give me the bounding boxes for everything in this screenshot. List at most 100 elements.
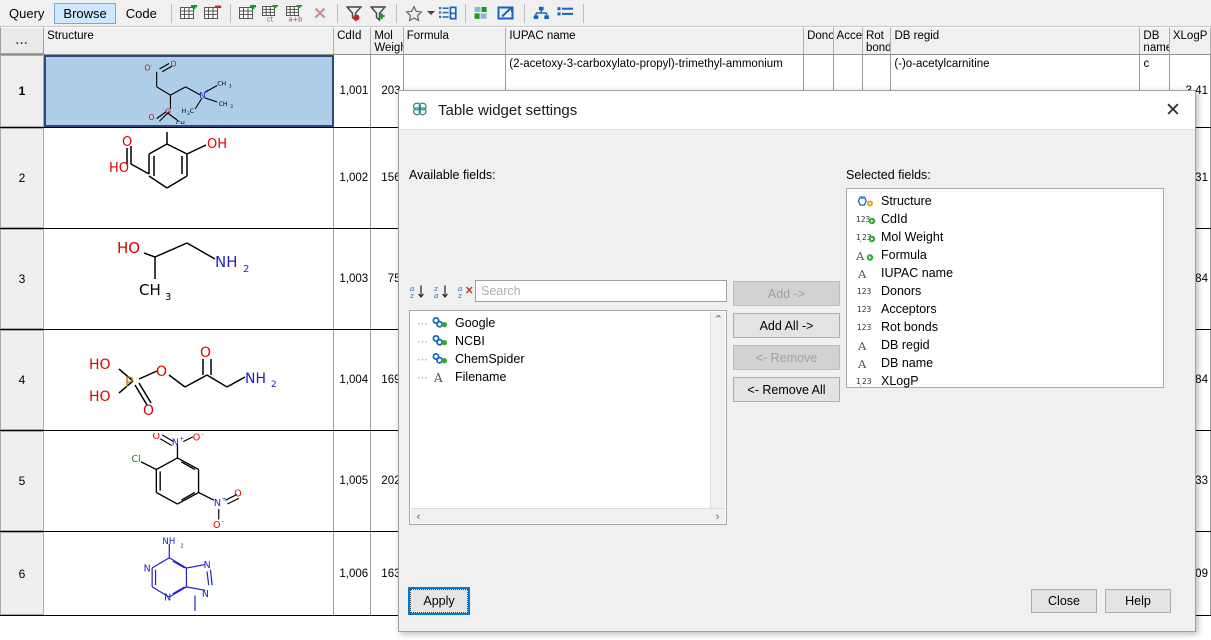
- list-item[interactable]: ⋯ NCBI: [412, 332, 708, 350]
- scroll-left-icon[interactable]: ‹: [411, 509, 426, 524]
- selected-fields-list[interactable]: Structure 123 CdId: [846, 188, 1164, 388]
- detail-list-icon[interactable]: [555, 2, 577, 24]
- close-button[interactable]: Close: [1031, 589, 1097, 613]
- svg-text:z: z: [458, 291, 462, 300]
- add-all-button[interactable]: Add All ->: [733, 313, 840, 338]
- chevron-down-icon[interactable]: [426, 2, 436, 24]
- remove-button[interactable]: <- Remove: [733, 345, 840, 370]
- tab-query[interactable]: Query: [1, 3, 52, 24]
- column-header-mol-weight[interactable]: MolWeight: [371, 27, 403, 54]
- column-header-acceptors[interactable]: Acceptors: [834, 27, 863, 54]
- column-header-cdid[interactable]: CdId: [334, 27, 371, 54]
- list-item[interactable]: A DB regid: [851, 336, 1159, 354]
- list-item[interactable]: A DB name: [851, 354, 1159, 372]
- cdid-cell: 1,005: [334, 431, 371, 531]
- add-ct-field-icon[interactable]: ct: [261, 2, 283, 24]
- row-number[interactable]: 5: [0, 431, 44, 531]
- available-fields-list[interactable]: ⋯ Google ⋯: [409, 310, 727, 525]
- structure-cell[interactable]: P HO HO O O O NH 2: [44, 330, 334, 430]
- table-corner-button[interactable]: ...: [0, 27, 44, 54]
- star-icon[interactable]: [403, 2, 425, 24]
- column-header-db-name[interactable]: DBname: [1140, 27, 1169, 54]
- delete-row-icon[interactable]: [202, 2, 224, 24]
- sort-clear-icon[interactable]: a z: [457, 282, 477, 302]
- delete-field-icon[interactable]: [309, 2, 331, 24]
- list-item-label: Rot bonds: [881, 320, 938, 334]
- apply-button[interactable]: Apply: [410, 589, 468, 613]
- svg-text:2: 2: [271, 380, 277, 390]
- list-item[interactable]: 123 CdId: [851, 210, 1159, 228]
- list-item[interactable]: 1 , 23 XLogP: [851, 372, 1159, 390]
- sort-az-icon[interactable]: a z: [409, 282, 429, 302]
- export-icon[interactable]: [496, 2, 518, 24]
- svg-text:-: -: [222, 519, 224, 525]
- sort-za-icon[interactable]: z a: [433, 282, 453, 302]
- row-number[interactable]: 2: [0, 128, 44, 228]
- tab-browse[interactable]: Browse: [54, 3, 115, 24]
- help-button[interactable]: Help: [1105, 589, 1171, 613]
- hierarchy-icon[interactable]: [531, 2, 553, 24]
- svg-text:CH: CH: [176, 120, 185, 124]
- structure-cell[interactable]: O - O O O CH 3 N + CH 3 CH 3 H 3: [44, 55, 334, 127]
- table-widget-settings-icon[interactable]: [472, 2, 494, 24]
- add-field-icon[interactable]: [237, 2, 259, 24]
- svg-text:O: O: [148, 113, 154, 122]
- filter-green-icon[interactable]: [368, 2, 390, 24]
- column-header-donors[interactable]: Donors: [804, 27, 833, 54]
- structure-cell[interactable]: Cl N + O O - N +: [44, 431, 334, 531]
- list-item[interactable]: ⋯ A Filename: [412, 368, 708, 386]
- list-item[interactable]: ⋯ ChemSpider: [412, 350, 708, 368]
- add-calc-field-icon[interactable]: a+b: [285, 2, 307, 24]
- svg-text:O: O: [122, 135, 132, 150]
- row-number[interactable]: 6: [0, 532, 44, 615]
- add-button[interactable]: Add ->: [733, 281, 840, 306]
- search-input[interactable]: Search: [475, 280, 727, 302]
- structure-cell[interactable]: HO O OH OH: [44, 128, 334, 228]
- scroll-up-icon[interactable]: ⌃: [711, 312, 726, 327]
- svg-text:O: O: [193, 433, 201, 444]
- list-item[interactable]: A Formula: [851, 246, 1159, 264]
- filter-red-icon[interactable]: [344, 2, 366, 24]
- svg-text:123: 123: [857, 305, 872, 314]
- list-item-label: NCBI: [455, 334, 485, 348]
- column-header-xlogp[interactable]: XLogP: [1170, 27, 1211, 54]
- svg-text:A: A: [433, 371, 443, 384]
- list-item[interactable]: 123 Donors: [851, 282, 1159, 300]
- horizontal-scrollbar[interactable]: ‹ ›: [411, 508, 725, 523]
- list-item-label: DB regid: [881, 338, 930, 352]
- column-header-rot-bonds[interactable]: Rotbond: [863, 27, 891, 54]
- list-item[interactable]: 123 Rot bonds: [851, 318, 1159, 336]
- available-fields-label: Available fields:: [409, 168, 496, 182]
- scroll-right-icon[interactable]: ›: [710, 509, 725, 524]
- decimal-field-icon: 1 , 23: [855, 375, 877, 388]
- tree-line: ⋯: [416, 317, 429, 330]
- svg-text:A: A: [857, 357, 867, 370]
- list-item[interactable]: 1 , 23 Mol Weight: [851, 228, 1159, 246]
- tab-code[interactable]: Code: [118, 3, 165, 24]
- column-header-db-regid[interactable]: DB regid: [891, 27, 1140, 54]
- integer-key-field-icon: 123: [855, 213, 877, 226]
- vertical-scrollbar[interactable]: ⌃: [710, 312, 725, 508]
- list-settings-icon[interactable]: [437, 2, 459, 24]
- add-row-icon[interactable]: [178, 2, 200, 24]
- column-header-db-name-line2: name: [1143, 42, 1169, 54]
- row-number[interactable]: 1: [0, 55, 44, 127]
- svg-text:A: A: [856, 249, 865, 262]
- link-icon: [429, 335, 451, 347]
- list-item[interactable]: Structure: [851, 192, 1159, 210]
- row-number[interactable]: 4: [0, 330, 44, 430]
- svg-text:O: O: [170, 59, 176, 68]
- structure-cell[interactable]: N N NH 2 N N: [44, 532, 334, 615]
- column-header-iupac-name[interactable]: IUPAC name: [506, 27, 804, 54]
- text-field-icon: A: [855, 267, 877, 280]
- list-item[interactable]: ⋯ Google: [412, 314, 708, 332]
- structure-cell[interactable]: HO NH 2 CH 3: [44, 229, 334, 329]
- dialog-titlebar: Table widget settings ✕: [399, 91, 1195, 130]
- close-icon[interactable]: ✕: [1157, 95, 1189, 125]
- list-item[interactable]: A IUPAC name: [851, 264, 1159, 282]
- column-header-formula[interactable]: Formula: [404, 27, 507, 54]
- row-number[interactable]: 3: [0, 229, 44, 329]
- remove-all-button[interactable]: <- Remove All: [733, 377, 840, 402]
- list-item[interactable]: 123 Acceptors: [851, 300, 1159, 318]
- column-header-structure[interactable]: Structure: [44, 27, 334, 54]
